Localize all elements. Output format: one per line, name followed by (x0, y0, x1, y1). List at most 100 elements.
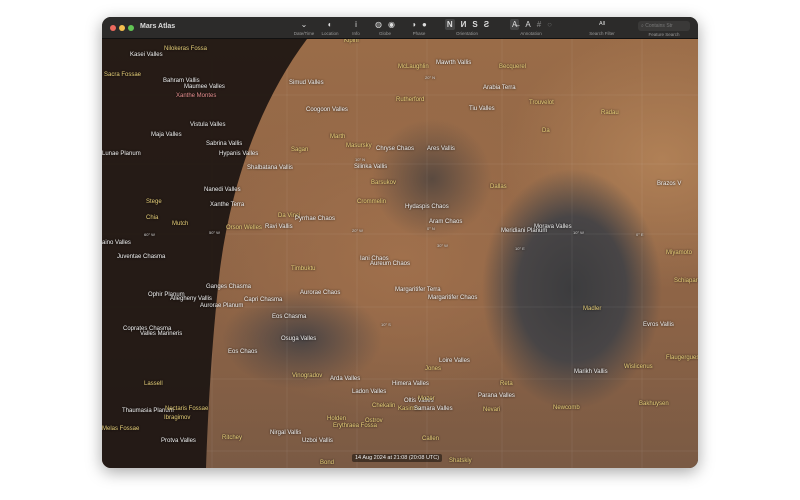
feature-label[interactable]: Maumee Valles (184, 84, 225, 90)
feature-label[interactable]: Marth (330, 134, 345, 140)
feature-label[interactable]: Ibragimov (164, 415, 190, 421)
feature-label[interactable]: Madler (583, 306, 601, 312)
orientation-n[interactable]: N (444, 19, 455, 30)
feature-label[interactable]: aino Valles (102, 240, 131, 246)
mars-map[interactable]: Kasei Valles Nilokeras Fossa Sacra Fossae B… (102, 38, 698, 468)
feature-label[interactable]: Bakhuysen (639, 401, 669, 407)
feature-label[interactable]: Evros Vallis (643, 322, 674, 328)
feature-label[interactable]: Simud Valles (289, 80, 324, 86)
feature-label[interactable]: Brazos V (657, 181, 681, 187)
feature-label[interactable]: Hydaspis Chaos (405, 204, 449, 210)
grid-icon[interactable]: # (537, 19, 541, 30)
orientation-s-mirrored[interactable]: Ƨ (484, 19, 489, 30)
feature-label[interactable]: Shalbatana Vallis (247, 165, 293, 171)
feature-label[interactable]: Samara Valles (414, 406, 453, 412)
feature-label[interactable]: Marikh Vallis (574, 369, 608, 375)
annotation-off-icon[interactable]: A̶ (510, 19, 520, 30)
feature-label[interactable]: Juventae Chasma (117, 254, 165, 260)
feature-label[interactable]: Kasei Valles (130, 52, 163, 58)
feature-label[interactable]: Maja Valles (151, 132, 182, 138)
search-filter[interactable]: All Search Filter (584, 19, 620, 36)
feature-label[interactable]: Nilokeras Fossa (164, 46, 207, 52)
feature-label[interactable]: Aurorae Chaos (300, 290, 340, 296)
feature-label[interactable]: Flaugergues (666, 355, 698, 361)
info-button[interactable]: i Info (346, 19, 366, 36)
feature-label[interactable]: Nectaris Fossae (165, 406, 208, 412)
feature-label[interactable]: Lunae Planum (102, 151, 141, 157)
feature-label[interactable]: Ladon Valles (352, 389, 386, 395)
half-phase-icon[interactable]: ◑ (411, 19, 416, 30)
feature-label[interactable]: Ares Vallis (427, 146, 455, 152)
feature-label[interactable]: Valles Marineris (140, 331, 182, 337)
feature-label[interactable]: Capri Chasma (244, 297, 282, 303)
location-button[interactable]: ◐ Location (318, 19, 342, 36)
feature-label[interactable]: Mozer (418, 396, 435, 402)
feature-label[interactable]: Meridiani Planum (501, 228, 547, 234)
circle-icon[interactable]: ○ (547, 19, 552, 30)
feature-label[interactable]: Mutch (172, 221, 188, 227)
feature-label[interactable]: Hypanis Valles (219, 151, 258, 157)
feature-label[interactable]: Chryse Chaos (376, 146, 414, 152)
feature-label[interactable]: Coogoon Valles (306, 107, 348, 113)
close-button[interactable] (110, 25, 116, 31)
feature-label[interactable]: Ravi Vallis (265, 224, 293, 230)
feature-label[interactable]: Reta (500, 381, 513, 387)
feature-label[interactable]: Pyrrhae Chaos (295, 216, 335, 222)
annotation-control[interactable]: A̶ A # ○ Annotation (502, 19, 560, 36)
feature-label[interactable]: Sabrina Vallis (206, 141, 242, 147)
feature-label[interactable]: Eos Chaos (228, 349, 257, 355)
feature-label[interactable]: Shatskiy (449, 458, 472, 464)
orientation-s[interactable]: S (472, 19, 477, 30)
search-filter-value[interactable]: All (584, 19, 620, 30)
feature-label[interactable]: Wislicenus (624, 364, 653, 370)
feature-label[interactable]: Loire Valles (439, 358, 470, 364)
feature-label[interactable]: Masursky (346, 143, 372, 149)
feature-label[interactable]: Arabia Terra (483, 85, 516, 91)
feature-label[interactable]: Osuga Valles (281, 336, 316, 342)
feature-label[interactable]: Schiaparelli (674, 278, 698, 284)
feature-label[interactable]: Jones (425, 366, 441, 372)
feature-label[interactable]: Xanthe Terra (210, 202, 244, 208)
zoom-button[interactable] (128, 25, 134, 31)
feature-label[interactable]: Mawrth Vallis (436, 60, 471, 66)
feature-label[interactable]: Himera Valles (392, 381, 429, 387)
globe-large-icon[interactable]: ◉ (388, 19, 395, 30)
feature-label[interactable]: Nanedi Valles (204, 187, 241, 193)
feature-label[interactable]: Dallas (490, 184, 507, 190)
feature-label[interactable]: Radau (601, 110, 619, 116)
feature-label[interactable]: Nirgal Vallis (270, 430, 301, 436)
feature-label[interactable]: Nevari (483, 407, 500, 413)
date-time-button[interactable]: ⌄ Date/Time (292, 19, 316, 36)
feature-label[interactable]: Trouvelot (529, 100, 554, 106)
feature-label[interactable]: Crommelin (357, 199, 386, 205)
feature-label[interactable]: Melas Fossae (102, 426, 139, 432)
feature-label[interactable]: Newcomb (553, 405, 580, 411)
feature-label[interactable]: Allegheny Vallis (170, 296, 212, 302)
feature-label[interactable]: Da (542, 128, 550, 134)
minimize-button[interactable] (119, 25, 125, 31)
feature-label[interactable]: Margaritifer Chaos (428, 295, 477, 301)
feature-label[interactable]: Chekalin (372, 403, 395, 409)
phase-control[interactable]: ◑ ● Phase (404, 19, 434, 36)
feature-search-input[interactable]: ⌕ Contains Str (638, 21, 690, 31)
annotation-text-icon[interactable]: A (525, 19, 530, 30)
feature-label[interactable]: Miyamoto (666, 250, 692, 256)
feature-label[interactable]: Holden (327, 416, 346, 422)
feature-label[interactable]: Parana Valles (478, 393, 515, 399)
feature-label[interactable]: Margaritifer Terra (395, 287, 441, 293)
orientation-control[interactable]: N И S Ƨ Orientation (438, 19, 496, 36)
orientation-n-mirrored[interactable]: И (461, 19, 467, 30)
globe-control[interactable]: ◍ ◉ Globe (370, 19, 400, 36)
feature-label[interactable]: Xanthe Montes (176, 93, 216, 99)
feature-label[interactable]: Uzboi Vallis (302, 438, 333, 444)
feature-label[interactable]: Ganges Chasma (206, 284, 251, 290)
feature-label[interactable]: Ostrov (365, 418, 383, 424)
feature-label[interactable]: Barsukov (371, 180, 396, 186)
feature-label[interactable]: Stege (146, 199, 162, 205)
feature-label[interactable]: Callen (422, 436, 439, 442)
feature-label[interactable]: Lassell (144, 381, 163, 387)
feature-label[interactable]: Bond (320, 460, 334, 466)
feature-label[interactable]: McLaughlin (398, 64, 429, 70)
feature-label[interactable]: Eos Chasma (272, 314, 306, 320)
feature-label[interactable]: Arda Valles (330, 376, 360, 382)
